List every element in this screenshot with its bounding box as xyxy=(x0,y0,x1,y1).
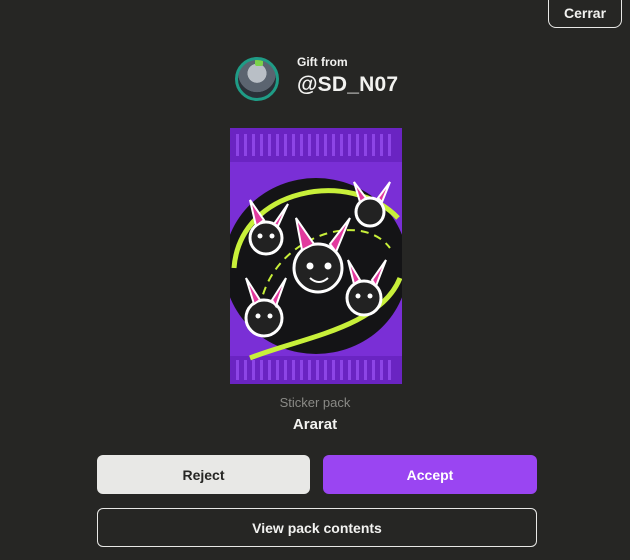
sender-username: @SD_N07 xyxy=(297,73,399,96)
reject-button[interactable]: Reject xyxy=(97,455,310,494)
pack-name: Ararat xyxy=(292,416,338,433)
gift-from-label: Gift from xyxy=(297,55,348,69)
close-button[interactable]: Cerrar xyxy=(548,0,622,28)
view-pack-contents-button[interactable]: View pack contents xyxy=(97,508,537,547)
accept-button[interactable]: Accept xyxy=(323,455,537,494)
pack-type-label: Sticker pack xyxy=(279,395,351,410)
gift-dialog: Cerrar Gift from @SD_N07 Sticker pack Ar… xyxy=(0,0,630,560)
avatar-badge-icon xyxy=(255,60,263,66)
sender-avatar xyxy=(235,57,279,101)
sticker-pack-image xyxy=(230,128,402,384)
